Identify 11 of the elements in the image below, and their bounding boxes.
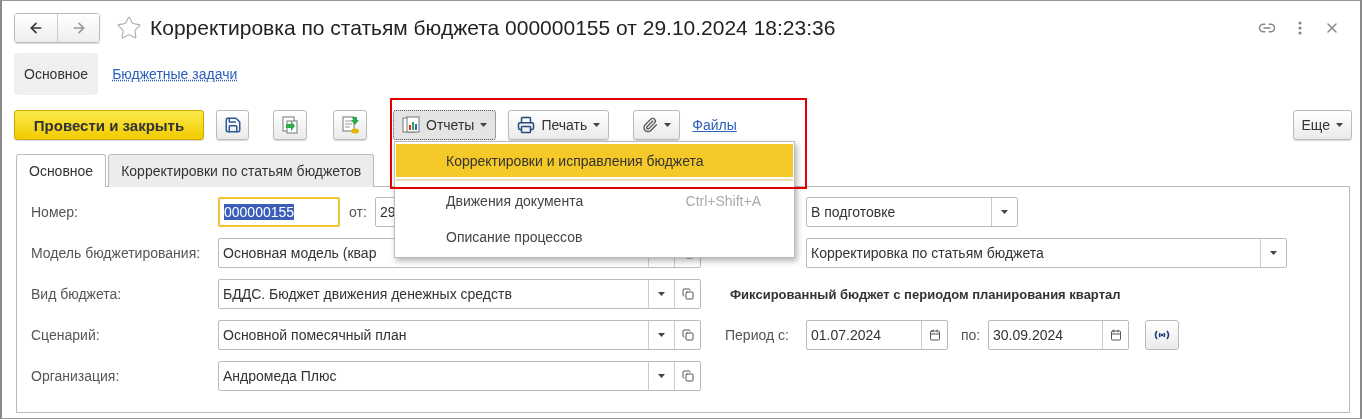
field-label: от: (349, 204, 368, 220)
field-label: Сценарий: (31, 327, 101, 343)
field-label: по: (961, 327, 982, 343)
field-label: Период с: (725, 327, 790, 343)
field-label: Номер: (31, 204, 79, 220)
field-label: Вид бюджета: (31, 286, 123, 302)
budget-note: Фиксированный бюджет с периодом планирования квартал (730, 286, 1121, 302)
window-title: Корректировка по статьям бюджета 000000155 от 29.10.2024 18:23:36 (150, 16, 836, 40)
field-label: Модель бюджетирования: (31, 245, 202, 261)
field-label: Организация: (31, 368, 121, 384)
shortcut-text: Ctrl+Shift+A (685, 193, 761, 209)
